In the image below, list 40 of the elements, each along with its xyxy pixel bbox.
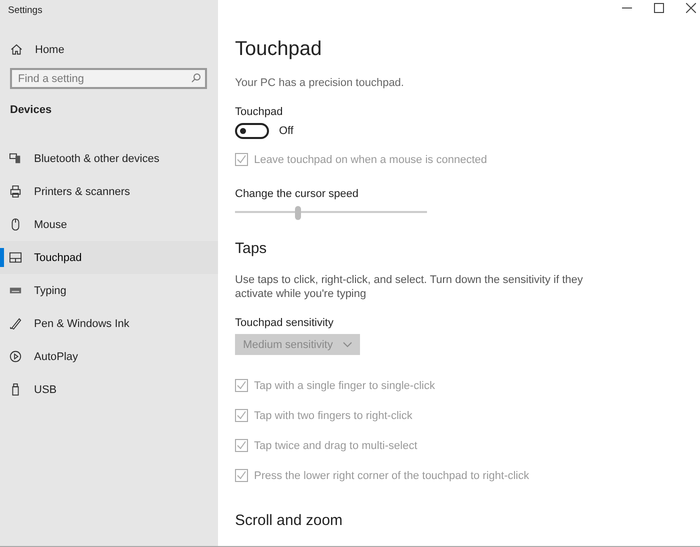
- description: Use taps to click, right-click, and select. Turn down the sensitivity if they activate while you're typing: [235, 273, 584, 301]
- home-nav-item[interactable]: Home: [10, 43, 64, 56]
- nav-item[interactable]: USB: [0, 373, 218, 406]
- nav-item[interactable]: Printers & scanners: [0, 175, 218, 208]
- subtitle: Your PC has a precision touchpad.: [235, 77, 404, 89]
- nav-item[interactable]: Pen & Windows Ink: [0, 307, 218, 340]
- checkmark-icon: [236, 440, 247, 451]
- checkmark-icon: [236, 410, 247, 421]
- slider-thumb[interactable]: [295, 206, 302, 220]
- section-heading: Devices: [10, 104, 52, 116]
- toggle-switch[interactable]: [235, 123, 269, 139]
- nav-item[interactable]: AutoPlay: [0, 340, 218, 373]
- close-icon[interactable]: [686, 3, 696, 13]
- maximize-icon[interactable]: [654, 3, 664, 13]
- dropdown-label: Touchpad sensitivity: [235, 317, 334, 329]
- mouse-icon: [9, 218, 22, 231]
- toggle-state: Off: [279, 125, 294, 137]
- nav-item[interactable]: Mouse: [0, 208, 218, 241]
- checkmark-icon: [236, 380, 247, 391]
- search-icon: [191, 73, 201, 83]
- play-circle-icon: [9, 350, 22, 363]
- devices-icon: [9, 152, 22, 165]
- nav-item[interactable]: Typing: [0, 274, 218, 307]
- window-title: Settings: [7, 4, 42, 18]
- touchpad-icon: [9, 251, 22, 264]
- nav-item[interactable]: Bluetooth & other devices: [0, 142, 218, 175]
- chevron-down-icon: [342, 342, 352, 348]
- section-heading: Scroll and zoom: [235, 512, 343, 530]
- slider-label: Change the cursor speed: [235, 188, 359, 200]
- checkmark-icon: [236, 154, 247, 165]
- speed-slider[interactable]: [235, 206, 427, 218]
- nav-item[interactable]: Touchpad: [0, 241, 218, 274]
- toggle-label: Touchpad: [235, 106, 283, 118]
- checkmark-icon: [236, 470, 247, 481]
- page-title: Touchpad: [235, 37, 322, 61]
- section-heading: Taps: [235, 240, 267, 258]
- printer-icon: [9, 185, 22, 198]
- home-icon: [10, 43, 23, 56]
- search-field[interactable]: Find a setting: [10, 68, 207, 89]
- pen-icon: [9, 317, 22, 330]
